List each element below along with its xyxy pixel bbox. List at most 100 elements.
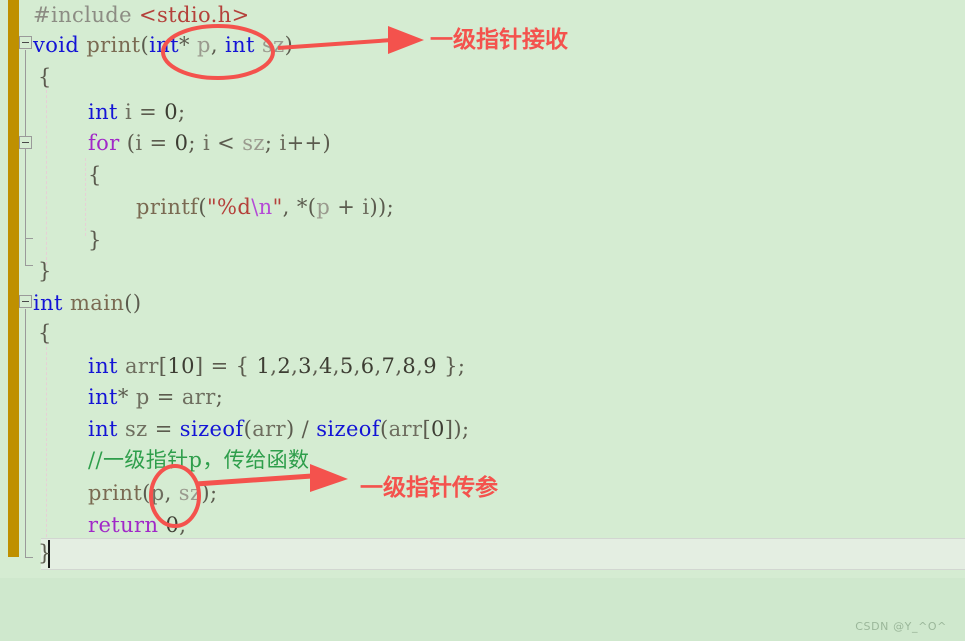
code-token-punct (118, 417, 125, 441)
code-token-keyword: int (88, 385, 118, 409)
code-token-punct (255, 33, 262, 57)
code-token-punct: ++) (286, 131, 332, 155)
code-token-punct: ( (380, 417, 389, 441)
code-line[interactable]: } (88, 225, 102, 255)
code-token-number: 0 (431, 417, 445, 441)
code-token-keyword: sizeof (316, 417, 381, 441)
code-token-punct: [ (422, 417, 432, 441)
code-token-punct: * (179, 33, 197, 57)
code-line[interactable]: printf("%d\n", *(p + i)); (136, 192, 394, 222)
code-token-punct: ( (142, 481, 151, 505)
code-token-id: i (202, 131, 211, 155)
code-token-number: 1 (256, 354, 271, 378)
code-token-punct: + (330, 195, 363, 219)
code-token-punct: { (38, 65, 52, 89)
code-token-punct (63, 291, 70, 315)
code-token-function: print (88, 481, 143, 505)
code-token-dim-id: p (316, 195, 331, 219)
code-line[interactable]: //一级指针p，传给函数 (88, 445, 309, 475)
code-line[interactable]: } (38, 538, 52, 568)
code-token-punct: , (311, 354, 320, 378)
code-token-dim-id: sz (261, 33, 285, 57)
code-token-punct: { (38, 321, 52, 345)
code-token-keyword: int (33, 291, 63, 315)
code-token-punct: = (149, 385, 182, 409)
code-token-punct: , (164, 481, 179, 505)
code-token-punct: )); (369, 195, 395, 219)
code-line[interactable]: int i = 0; (88, 97, 186, 127)
code-line[interactable]: int arr[10] = { 1,2,3,4,5,6,7,8,9 }; (88, 351, 465, 381)
code-editor[interactable]: #include <stdio.h> void print(int* p, int… (0, 0, 965, 578)
code-token-header: <stdio.h> (139, 3, 250, 27)
code-token-dim-id: sz (178, 481, 202, 505)
code-token-function: print (86, 33, 141, 57)
code-token-keyword: int (88, 354, 118, 378)
code-line[interactable]: #include <stdio.h> (33, 0, 250, 30)
code-token-punct: ( (198, 195, 207, 219)
code-token-punct: ]); (444, 417, 470, 441)
code-token-number: 0 (174, 131, 189, 155)
code-text-area[interactable]: #include <stdio.h> void print(int* p, int… (0, 0, 965, 578)
code-token-keyword: sizeof (179, 417, 244, 441)
code-token-punct (118, 100, 125, 124)
code-token-id: arr (388, 417, 423, 441)
code-token-punct: ] = { (194, 354, 257, 378)
code-token-id: i (279, 131, 287, 155)
code-token-punct: }; (437, 354, 466, 378)
code-token-punct: , (210, 33, 225, 57)
code-line[interactable]: return 0; (88, 510, 187, 540)
code-line[interactable]: int main() (33, 288, 141, 318)
code-token-number: 9 (423, 354, 437, 378)
code-token-punct: ; (178, 100, 186, 124)
code-line[interactable]: void print(int* p, int sz) (33, 30, 293, 60)
code-token-punct: < (210, 131, 243, 155)
code-token-punct: = (132, 100, 165, 124)
code-token-punct: , (332, 354, 340, 378)
code-token-keyword: int (224, 33, 255, 57)
code-token-punct: = (142, 131, 175, 155)
code-token-keyword: int (88, 100, 118, 124)
code-line[interactable]: int sz = sizeof(arr) / sizeof(arr[0]); (88, 414, 469, 444)
code-token-punct: = (147, 417, 180, 441)
code-token-keyword2: return (88, 513, 159, 537)
code-token-preprocessor: #include (33, 3, 139, 27)
code-token-number: 0 (165, 513, 180, 537)
code-token-punct: { (88, 163, 102, 187)
code-token-punct: ); (201, 481, 218, 505)
code-token-id: p (150, 481, 165, 505)
code-token-punct: ( (140, 33, 150, 57)
code-token-punct: ) (284, 33, 294, 57)
code-token-punct: () (124, 291, 142, 315)
code-token-keyword2: for (88, 131, 120, 155)
code-token-punct: ( (119, 131, 136, 155)
csdn-watermark: CSDN @Y_^O^ (855, 620, 947, 633)
code-line[interactable]: { (88, 160, 102, 190)
code-token-number: 3 (298, 354, 312, 378)
code-token-punct: , (374, 354, 382, 378)
code-token-function: main (69, 291, 125, 315)
screenshot-root: #include <stdio.h> void print(int* p, int… (0, 0, 965, 641)
code-token-punct: } (38, 259, 52, 283)
code-token-id: arr (181, 385, 216, 409)
code-token-number: 4 (319, 354, 333, 378)
code-token-punct: } (38, 541, 52, 565)
code-token-dim-id: p (196, 33, 211, 57)
code-token-punct: ; (179, 513, 187, 537)
code-token-punct: } (88, 228, 102, 252)
code-token-keyword: int (149, 33, 179, 57)
code-token-punct: ) / (286, 417, 317, 441)
code-line[interactable]: { (38, 318, 52, 348)
code-token-keyword: void (33, 33, 87, 57)
code-token-number: 5 (339, 354, 354, 378)
code-token-punct: ; (215, 385, 224, 409)
code-token-keyword: int (88, 417, 118, 441)
code-token-dim-id: sz (242, 131, 265, 155)
code-line[interactable]: int* p = arr; (88, 382, 223, 412)
code-line[interactable]: } (38, 256, 52, 286)
code-token-punct (118, 354, 125, 378)
code-line[interactable]: print(p, sz); (88, 478, 218, 508)
code-token-function: printf (136, 195, 199, 219)
code-line[interactable]: for (i = 0; i < sz; i++) (88, 128, 331, 158)
code-line[interactable]: { (38, 62, 52, 92)
code-token-number: 2 (277, 354, 292, 378)
